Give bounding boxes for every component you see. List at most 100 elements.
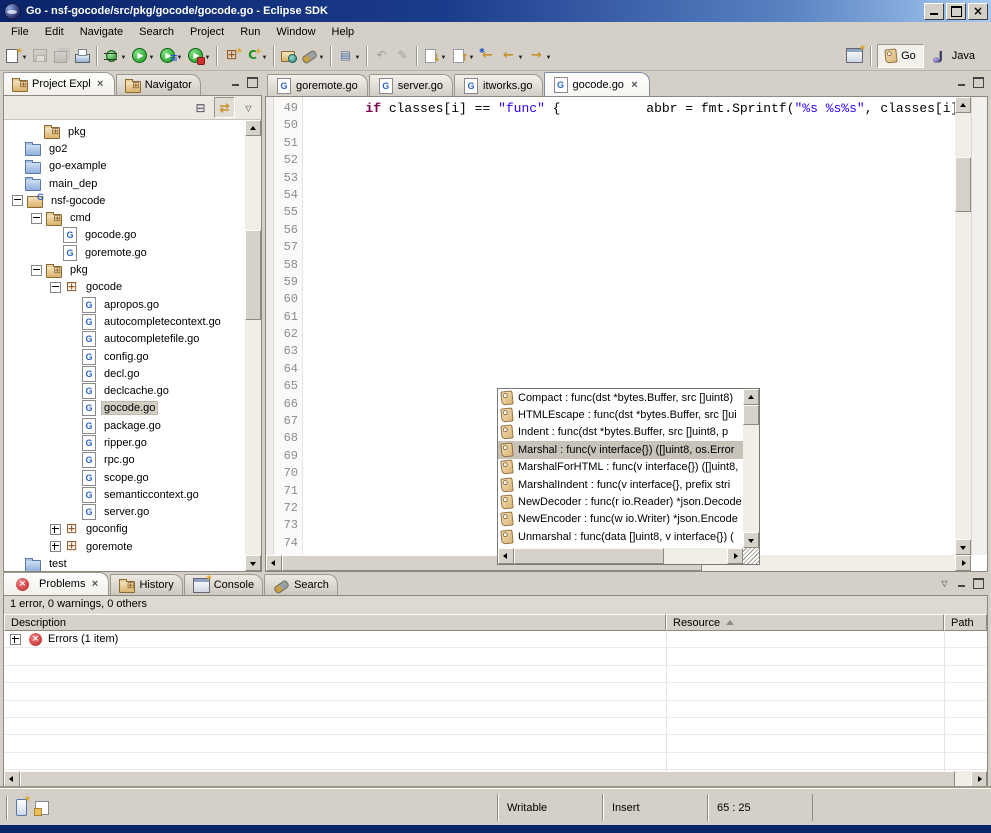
problems-maximize-button[interactable] [973,578,984,589]
tree-expander-minus[interactable] [31,265,42,276]
bottom-tab-search[interactable]: Search [264,574,338,595]
popup-scroll-down-button[interactable] [743,532,759,548]
tree-item-gocode-go[interactable]: gocode.go [4,400,245,417]
tree-item-nsf-gocode[interactable]: nsf-gocode [4,192,245,209]
column-header-description[interactable]: Description [4,614,666,631]
dropdown-arrow-icon[interactable] [318,50,325,62]
debug-button[interactable] [101,45,129,67]
editor-minimize-button[interactable] [957,78,966,87]
tree-item-go-example[interactable]: go-example [4,158,245,175]
completion-item-newdecoder[interactable]: NewDecoder : func(r io.Reader) *json.Dec… [498,493,743,510]
editor-vertical-scrollbar[interactable] [955,97,971,555]
editor-scroll-left-button[interactable] [266,555,282,571]
close-tab-icon[interactable] [95,78,106,90]
popup-horizontal-scrollbar[interactable] [498,548,743,564]
perspective-go[interactable]: Go [877,44,924,68]
sidebar-tab-navigator[interactable]: Navigator [116,74,201,95]
dropdown-arrow-icon[interactable] [440,50,447,62]
annotation-ruler[interactable] [266,97,274,555]
menu-item-edit[interactable]: Edit [37,24,72,40]
menu-item-help[interactable]: Help [324,24,363,40]
editor-vscroll-thumb[interactable] [955,157,971,212]
tree-item-semanticcontext-go[interactable]: semanticcontext.go [4,486,245,503]
problems-view-menu-button[interactable] [939,577,950,589]
problems-scroll-left-button[interactable] [4,771,20,787]
open-perspective-button[interactable] [844,45,865,67]
open-resource-button[interactable] [278,45,299,67]
code-line-49[interactable]: if classes[i] == "func" { [303,101,560,116]
new-wizard-button[interactable] [2,45,30,67]
dropdown-arrow-icon[interactable] [354,50,361,62]
tree-expander-plus[interactable] [50,541,61,552]
editor-scroll-up-button[interactable] [955,97,971,113]
overview-ruler[interactable] [971,97,987,555]
row-expander[interactable] [10,634,21,645]
back-button[interactable] [498,45,526,67]
forward-button[interactable] [526,45,554,67]
sidebar-minimize-button[interactable] [231,78,240,87]
menu-item-project[interactable]: Project [182,24,232,40]
tree-item-gocode-go[interactable]: gocode.go [4,227,245,244]
close-tab-icon[interactable] [89,578,100,590]
menu-item-navigate[interactable]: Navigate [72,24,131,40]
tree-expander-plus[interactable] [50,524,61,535]
tree-expander-minus[interactable] [12,195,23,206]
editor-scroll-right-button[interactable] [955,555,971,571]
editor-tab-server-go[interactable]: server.go [369,74,453,96]
tree-item-pkg[interactable]: pkg [4,123,245,140]
bottom-tab-history[interactable]: History [110,574,182,595]
popup-scroll-up-button[interactable] [743,389,759,405]
tree-item-decl-go[interactable]: decl.go [4,365,245,382]
popup-scroll-left-button[interactable] [498,548,514,564]
profile-button[interactable] [185,45,213,67]
tree-item-pkg[interactable]: pkg [4,261,245,278]
tree-item-apropos-go[interactable]: apropos.go [4,296,245,313]
tree-scrollbar[interactable] [245,120,261,571]
tree-scroll-up-button[interactable] [245,120,261,136]
completion-item-compact[interactable]: Compact : func(dst *bytes.Buffer, src []… [498,389,743,406]
editor-tab-gocode-go[interactable]: gocode.go [544,72,650,96]
editor-tab-goremote-go[interactable]: goremote.go [267,74,368,96]
run-history-button[interactable] [157,45,185,67]
tree-expander-minus[interactable] [50,282,61,293]
completion-item-marshalforhtml[interactable]: MarshalForHTML : func(v interface{}) ([]… [498,459,743,476]
fast-view-icon[interactable] [16,799,27,816]
completion-item-htmlescape[interactable]: HTMLEscape : func(dst *bytes.Buffer, src… [498,406,743,423]
dropdown-arrow-icon[interactable] [148,50,155,62]
next-annotation-button[interactable] [421,45,449,67]
maximize-button[interactable] [946,3,966,20]
tree-item-declcache-go[interactable]: declcache.go [4,382,245,399]
completion-item-indent[interactable]: Indent : func(dst *bytes.Buffer, src []u… [498,424,743,441]
search-button[interactable] [299,45,327,67]
tree-item-goconfig[interactable]: goconfig [4,521,245,538]
tree-item-rpc-go[interactable]: rpc.go [4,452,245,469]
print-button[interactable] [72,45,93,67]
tree-item-ripper-go[interactable]: ripper.go [4,434,245,451]
tree-scroll-thumb[interactable] [245,230,261,320]
tree-item-main-dep[interactable]: main_dep [4,175,245,192]
problems-hscroll-thumb[interactable] [20,771,955,787]
column-header-resource[interactable]: Resource [666,614,944,631]
tree-item-go2[interactable]: go2 [4,140,245,157]
popup-vertical-scrollbar[interactable] [743,389,759,548]
tree-item-scope-go[interactable]: scope.go [4,469,245,486]
popup-resize-grip[interactable] [743,548,759,564]
problems-minimize-button[interactable] [957,579,966,588]
close-button[interactable]: × [968,3,988,20]
editor-scroll-down-button[interactable] [955,539,971,555]
dropdown-arrow-icon[interactable] [204,50,211,62]
tree-item-goremote[interactable]: goremote [4,538,245,555]
dropdown-arrow-icon[interactable] [545,50,552,62]
popup-scroll-right-button[interactable] [727,548,743,564]
tree-item-gocode[interactable]: gocode [4,279,245,296]
problems-row-errors-1-item[interactable]: Errors (1 item) [4,631,987,648]
completion-item-newencoder[interactable]: NewEncoder : func(w io.Writer) *json.Enc… [498,511,743,528]
editor-maximize-button[interactable] [973,77,984,88]
editor-tab-itworks-go[interactable]: itworks.go [454,74,543,96]
editor-presentation-icon[interactable] [35,801,49,815]
menu-item-file[interactable]: File [3,24,37,40]
dropdown-arrow-icon[interactable] [120,50,127,62]
dropdown-arrow-icon[interactable] [261,50,268,62]
popup-hscroll-thumb[interactable] [514,548,664,564]
line-number-ruler[interactable]: 4950515253545556575859606162636465666768… [274,97,303,555]
